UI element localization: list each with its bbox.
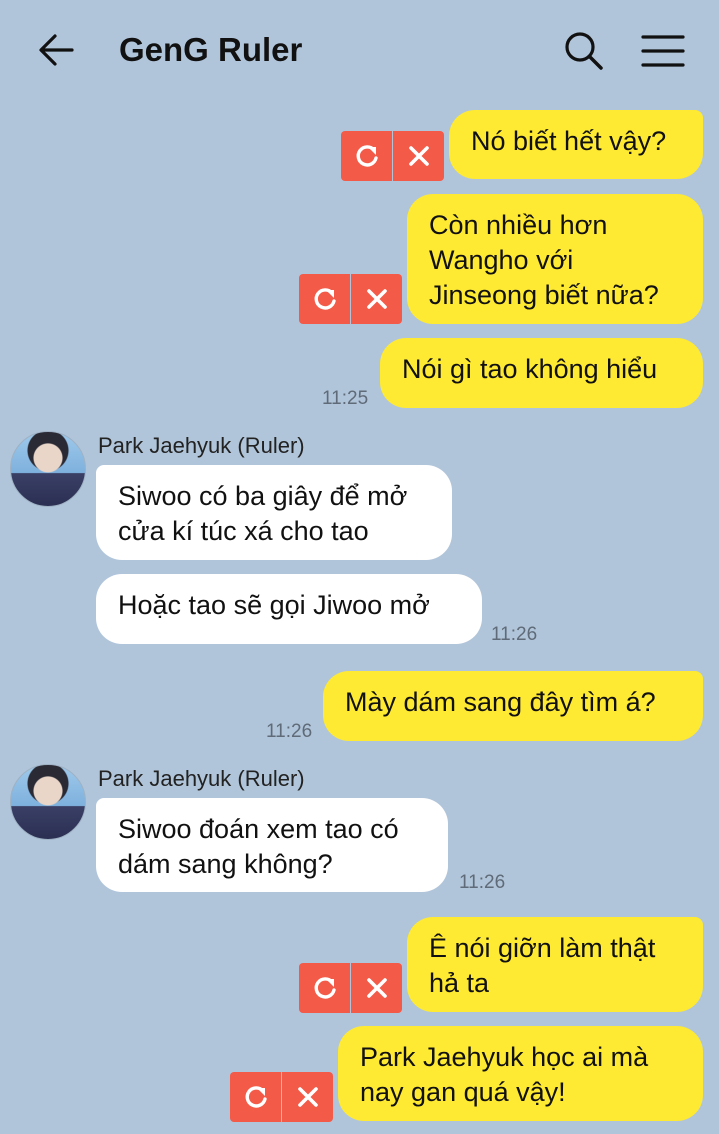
message-time: 11:26: [459, 872, 506, 893]
failed-message-actions: [230, 1072, 333, 1122]
avatar[interactable]: [10, 764, 86, 840]
my-message-bubble[interactable]: Còn nhiều hơn Wangho với Jinseong biết n…: [407, 194, 703, 324]
my-message-bubble[interactable]: Park Jaehyuk học ai mà nay gan quá vậy!: [338, 1026, 703, 1121]
message-text: Hoặc tao sẽ gọi Jiwoo mở: [118, 590, 430, 620]
failed-message-actions: [299, 963, 402, 1013]
resend-icon: [314, 977, 336, 999]
resend-icon: [245, 1086, 267, 1108]
hamburger-menu-icon[interactable]: [640, 31, 686, 71]
sender-name: Park Jaehyuk (Ruler): [98, 766, 305, 791]
sender-name: Park Jaehyuk (Ruler): [98, 433, 305, 458]
message-time: 11:25: [322, 388, 369, 409]
chat-title: GenG Ruler: [119, 31, 303, 68]
arrow-left-icon[interactable]: [36, 30, 76, 70]
failed-message-actions: [299, 274, 402, 324]
my-message-bubble[interactable]: Nói gì tao không hiểu: [380, 338, 703, 408]
close-icon: [408, 146, 429, 166]
resend-button[interactable]: [299, 274, 350, 324]
chat-header: GenG Ruler: [0, 0, 719, 100]
message-text: Mày dám sang đây tìm á?: [345, 687, 656, 717]
delete-button[interactable]: [393, 131, 444, 181]
resend-button[interactable]: [341, 131, 392, 181]
message-text: Park Jaehyuk học ai mà nay gan quá vậy!: [360, 1042, 649, 1107]
delete-button[interactable]: [282, 1072, 333, 1122]
message-text: Nó biết hết vậy?: [471, 126, 667, 156]
resend-button[interactable]: [299, 963, 350, 1013]
avatar[interactable]: [10, 431, 86, 507]
message-text: Siwoo đoán xem tao có dám sang không?: [118, 814, 399, 879]
my-message-bubble[interactable]: Ê nói giỡn làm thật hả ta: [407, 917, 703, 1012]
resend-icon: [356, 145, 378, 167]
their-message-bubble[interactable]: Siwoo có ba giây để mở cửa kí túc xá cho…: [96, 465, 452, 560]
message-text: Siwoo có ba giây để mở cửa kí túc xá cho…: [118, 481, 408, 546]
delete-button[interactable]: [351, 963, 402, 1013]
their-message-bubble[interactable]: Siwoo đoán xem tao có dám sang không?: [96, 798, 448, 892]
close-icon: [366, 978, 387, 998]
message-time: 11:26: [266, 721, 313, 742]
their-message-bubble[interactable]: Hoặc tao sẽ gọi Jiwoo mở: [96, 574, 482, 644]
resend-icon: [314, 288, 336, 310]
message-time: 11:26: [491, 624, 538, 645]
delete-button[interactable]: [351, 274, 402, 324]
close-icon: [366, 289, 387, 309]
message-text: Nói gì tao không hiểu: [402, 354, 658, 384]
message-text: Ê nói giỡn làm thật hả ta: [429, 933, 656, 998]
my-message-bubble[interactable]: Mày dám sang đây tìm á?: [323, 671, 703, 741]
search-icon[interactable]: [562, 29, 606, 73]
message-text: Còn nhiều hơn Wangho với Jinseong biết n…: [429, 210, 659, 310]
failed-message-actions: [341, 131, 444, 181]
my-message-bubble[interactable]: Nó biết hết vậy?: [449, 110, 703, 179]
close-icon: [297, 1087, 318, 1107]
resend-button[interactable]: [230, 1072, 281, 1122]
